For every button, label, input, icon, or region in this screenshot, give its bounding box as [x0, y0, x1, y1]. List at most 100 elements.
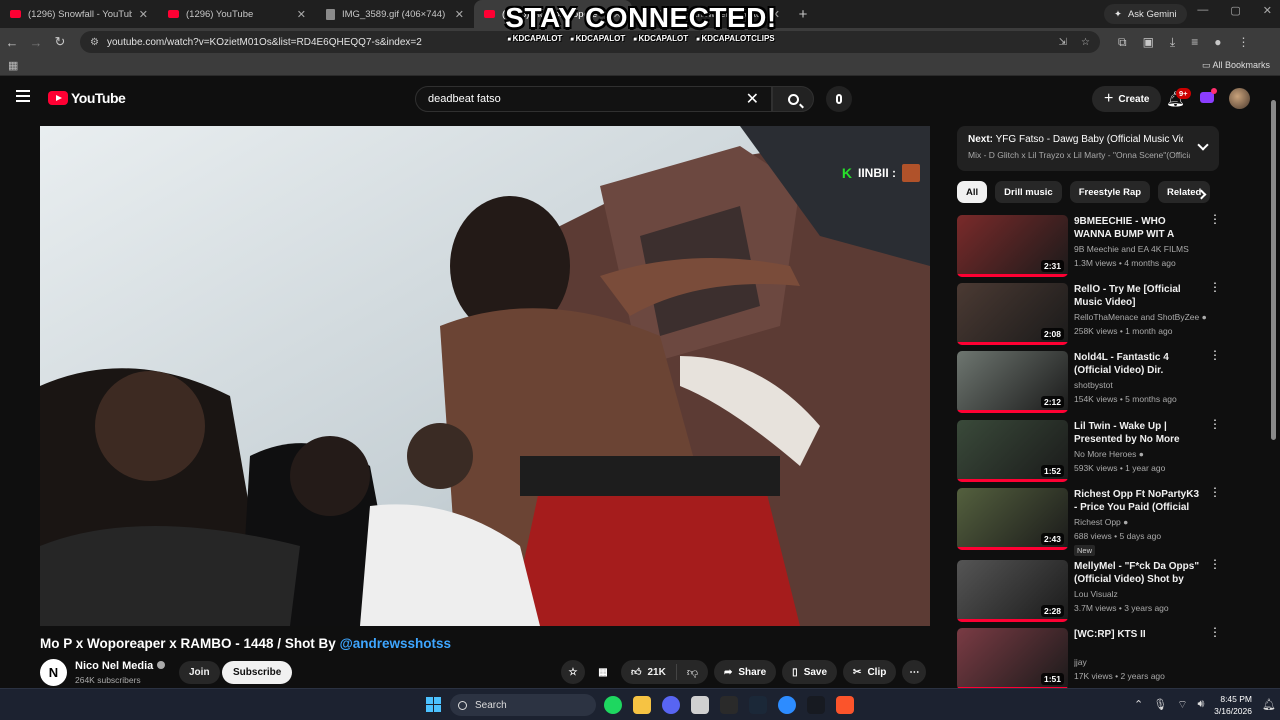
steam-icon[interactable]: [807, 696, 825, 714]
minimize-icon[interactable]: —: [1197, 4, 1208, 17]
install-icon[interactable]: ⇲: [1059, 37, 1067, 48]
join-button[interactable]: Join: [179, 661, 220, 684]
recommendation-title[interactable]: [WC:RP] KTS II: [1074, 628, 1204, 641]
media-icon[interactable]: ≡: [1191, 35, 1198, 50]
taskbar-search[interactable]: Search: [450, 694, 596, 716]
favorite-star-button[interactable]: ☆: [561, 660, 585, 684]
recommendation-title[interactable]: Richest Opp Ft NoPartyK3 - Price You Pai…: [1074, 488, 1204, 514]
mic-tray-icon[interactable]: 🎙︎: [1153, 698, 1167, 712]
recommendation-channel[interactable]: RelloThaMenace and ShotByZee ●: [1074, 312, 1214, 322]
more-vert-icon[interactable]: ⋮: [1209, 486, 1221, 498]
recommendation-title[interactable]: MellyMel - "F*ck Da Opps" (Official Vide…: [1074, 560, 1204, 586]
windows-start-icon[interactable]: [426, 697, 441, 712]
page-scrollbar[interactable]: [1270, 88, 1278, 688]
close-tab-icon[interactable]: ✕: [455, 8, 464, 21]
epic-games-icon[interactable]: [720, 696, 738, 714]
video-thumbnail[interactable]: 1:52: [957, 420, 1068, 482]
recommendation-item[interactable]: 2:12 Nold4L - Fantastic 4 (Official Video…: [957, 349, 1247, 413]
file-explorer-icon[interactable]: [633, 696, 651, 714]
scrollbar-thumb[interactable]: [1271, 100, 1276, 440]
obs-icon[interactable]: [691, 696, 709, 714]
recommendation-title[interactable]: RellO - Try Me [Official Music Video]: [1074, 283, 1204, 309]
video-thumbnail[interactable]: 2:28: [957, 560, 1068, 622]
notification-center-icon[interactable]: 🔔︎: [1262, 698, 1276, 711]
more-vert-icon[interactable]: ⋮: [1209, 626, 1221, 638]
recommendation-item[interactable]: 2:31 9BMEECHIE - WHO WANNA BUMP WIT A SIN…: [957, 213, 1247, 277]
create-button[interactable]: + Create: [1092, 86, 1162, 112]
more-vert-icon[interactable]: ⋮: [1209, 281, 1221, 293]
reload-icon[interactable]: ↻: [48, 34, 72, 50]
close-tab-icon[interactable]: ✕: [139, 8, 148, 21]
search-input[interactable]: deadbeat fatso ✕: [415, 86, 772, 112]
video-thumbnail[interactable]: 1:51: [957, 628, 1068, 690]
channel-avatar[interactable]: N: [40, 659, 67, 686]
clear-search-icon[interactable]: ✕: [746, 89, 759, 109]
youtube-logo[interactable]: YouTube: [48, 90, 126, 106]
clip-button[interactable]: ✂ Clip: [843, 660, 897, 684]
spotify-icon[interactable]: [604, 696, 622, 714]
share-button[interactable]: ➦ Share: [713, 660, 777, 684]
taskbar-clock[interactable]: 8:45 PM 3/16/2026: [1212, 693, 1252, 717]
recommendation-channel[interactable]: shotbystot: [1074, 380, 1214, 390]
chevron-up-icon[interactable]: ⌃: [1134, 698, 1143, 712]
chip-drill-music[interactable]: Drill music: [995, 181, 1062, 203]
recommendation-channel[interactable]: No More Heroes ●: [1074, 449, 1214, 459]
menu-icon[interactable]: ⋮: [1238, 35, 1250, 50]
more-actions-button[interactable]: ⋯: [902, 660, 927, 684]
recommendation-channel[interactable]: Richest Opp ●: [1074, 517, 1214, 527]
recommendation-item[interactable]: 1:52 Lil Twin - Wake Up | Presented by No…: [957, 418, 1247, 482]
video-thumbnail[interactable]: 2:43: [957, 488, 1068, 550]
chip-freestyle-rap[interactable]: Freestyle Rap: [1069, 181, 1151, 203]
ask-gemini-button[interactable]: ✦ Ask Gemini: [1104, 4, 1187, 24]
more-vert-icon[interactable]: ⋮: [1209, 213, 1221, 225]
subscribe-button[interactable]: Subscribe: [222, 661, 293, 684]
video-thumbnail[interactable]: 2:12: [957, 351, 1068, 413]
close-tab-icon[interactable]: ✕: [297, 8, 306, 21]
volume-icon[interactable]: 🔊︎: [1198, 698, 1205, 712]
more-vert-icon[interactable]: ⋮: [1209, 558, 1221, 570]
search-button[interactable]: [772, 86, 814, 112]
recommendation-title[interactable]: Nold4L - Fantastic 4 (Official Video) Di…: [1074, 351, 1204, 377]
extensions-icon[interactable]: ⧉: [1118, 35, 1127, 50]
video-player[interactable]: K IINBII :: [40, 126, 930, 626]
browser-tab[interactable]: IMG_3589.gif (406×744) ✕: [316, 0, 474, 28]
recommendation-item[interactable]: 2:43 Richest Opp Ft NoPartyK3 - Price You…: [957, 486, 1247, 556]
video-thumbnail[interactable]: 2:31: [957, 215, 1068, 277]
dislike-button[interactable]: 👎︎: [677, 666, 708, 679]
split-view-icon[interactable]: ▣: [1143, 35, 1154, 50]
network-icon[interactable]: ⌔: [1177, 698, 1187, 712]
bookmark-star-icon[interactable]: ☆: [1081, 37, 1090, 48]
channel-name[interactable]: Nico Nel Media: [75, 660, 166, 672]
maximize-icon[interactable]: ▢: [1230, 4, 1240, 17]
site-info-icon[interactable]: ⚙: [90, 37, 99, 48]
close-window-icon[interactable]: ✕: [1263, 4, 1272, 17]
recommendation-item[interactable]: 2:28 MellyMel - "F*ck Da Opps" (Official …: [957, 558, 1247, 622]
like-button[interactable]: 👍︎ 21K: [621, 664, 677, 680]
all-bookmarks[interactable]: ▭ All Bookmarks: [1202, 60, 1270, 71]
chevron-down-icon[interactable]: [1197, 139, 1209, 151]
chip-all[interactable]: All: [957, 181, 988, 203]
guide-menu-icon[interactable]: [16, 90, 30, 102]
recommendation-item[interactable]: 2:08 RellO - Try Me [Official Music Video…: [957, 281, 1247, 345]
more-vert-icon[interactable]: ⋮: [1209, 349, 1221, 361]
video-thumbnail[interactable]: 2:08: [957, 283, 1068, 345]
browser-tab[interactable]: (1296) YouTube ✕: [158, 0, 316, 28]
recommendation-channel[interactable]: Lou Visualz: [1074, 589, 1214, 599]
recommendation-channel[interactable]: jjay: [1074, 657, 1214, 667]
forward-icon[interactable]: →: [24, 35, 48, 50]
more-vert-icon[interactable]: ⋮: [1209, 418, 1221, 430]
brave-icon[interactable]: [836, 696, 854, 714]
chrome-icon[interactable]: [778, 696, 796, 714]
recommendation-item[interactable]: 1:51 [WC:RP] KTS II jjay 17K views • 2 year…: [957, 626, 1247, 690]
recommendation-title[interactable]: Lil Twin - Wake Up | Presented by No Mor…: [1074, 420, 1204, 446]
recommendation-channel[interactable]: 9B Meechie and EA 4K FILMS: [1074, 244, 1214, 254]
account-avatar[interactable]: [1229, 88, 1250, 109]
back-icon[interactable]: ←: [0, 35, 24, 50]
discord-icon[interactable]: [662, 696, 680, 714]
apps-icon[interactable]: ▦: [8, 59, 18, 72]
up-next-card[interactable]: Next: YFG Fatso - Dawg Baby (Official Mu…: [957, 126, 1219, 171]
grid-button[interactable]: ▦: [591, 660, 615, 684]
recommendation-title[interactable]: 9BMEECHIE - WHO WANNA BUMP WIT A SINNER …: [1074, 215, 1204, 241]
save-button[interactable]: ▯ Save: [782, 660, 838, 684]
profile-icon[interactable]: ●: [1214, 35, 1221, 50]
